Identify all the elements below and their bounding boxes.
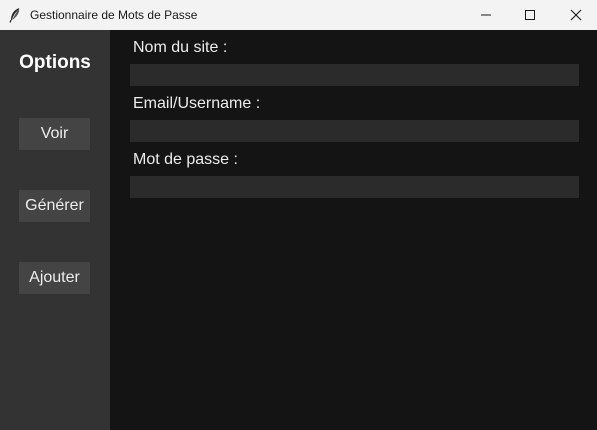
close-icon	[570, 9, 582, 21]
site-name-input[interactable]	[130, 64, 579, 86]
close-button[interactable]	[553, 0, 597, 30]
view-button[interactable]: Voir	[19, 118, 90, 150]
form-area: Nom du site : Email/Username : Mot de pa…	[110, 30, 597, 430]
site-name-label: Nom du site :	[133, 39, 228, 56]
feather-icon	[8, 7, 22, 23]
password-label: Mot de passe :	[133, 151, 238, 168]
email-username-input[interactable]	[130, 120, 579, 142]
window-title: Gestionnaire de Mots de Passe	[30, 8, 198, 22]
password-input[interactable]	[130, 176, 579, 198]
title-bar[interactable]: Gestionnaire de Mots de Passe	[0, 0, 597, 30]
email-username-label: Email/Username :	[133, 95, 261, 112]
maximize-button[interactable]	[507, 0, 553, 30]
app-window: Gestionnaire de Mots de Passe Options Vo…	[0, 0, 597, 430]
minimize-icon	[480, 9, 492, 21]
generate-button[interactable]: Générer	[19, 190, 90, 222]
add-button[interactable]: Ajouter	[19, 262, 90, 294]
minimize-button[interactable]	[463, 0, 509, 30]
maximize-icon	[524, 9, 536, 21]
sidebar: Options Voir Générer Ajouter	[0, 30, 110, 430]
sidebar-title: Options	[19, 52, 91, 73]
